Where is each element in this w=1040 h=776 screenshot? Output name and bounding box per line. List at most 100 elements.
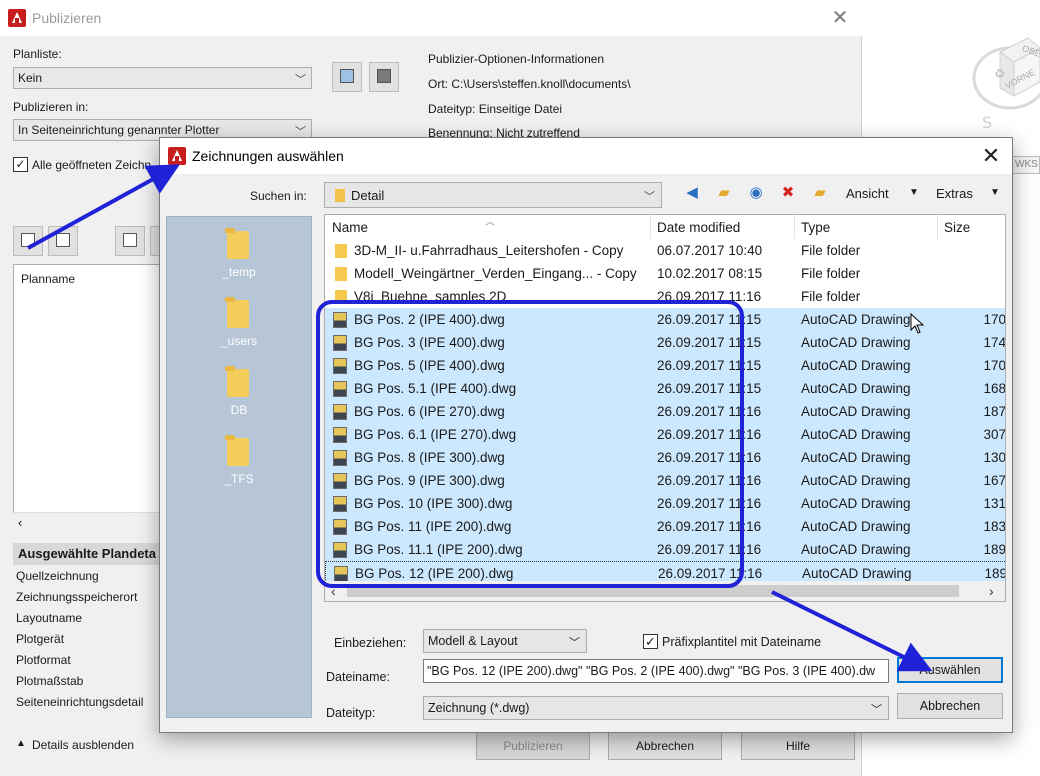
column-divider[interactable] bbox=[794, 215, 795, 239]
file-row[interactable]: BG Pos. 6 (IPE 270).dwg 26.09.2017 11:16 A… bbox=[325, 400, 1005, 423]
file-date: 26.09.2017 11:16 bbox=[657, 427, 762, 442]
chevron-down-icon[interactable]: ▼ bbox=[990, 187, 1000, 198]
place-tfs[interactable]: _TFS bbox=[167, 430, 311, 496]
planliste-select[interactable]: Kein ﹀ bbox=[13, 67, 312, 89]
dwg-file-icon bbox=[333, 519, 347, 535]
dateityp-select[interactable]: Zeichnung (*.dwg) ﹀ bbox=[423, 696, 889, 720]
scroll-left-icon[interactable]: ‹ bbox=[18, 515, 22, 530]
details-toggle[interactable]: Details ausblenden bbox=[32, 738, 134, 752]
file-row[interactable]: BG Pos. 2 (IPE 400).dwg 26.09.2017 11:15 A… bbox=[325, 308, 1005, 331]
scrollbar-thumb[interactable] bbox=[347, 585, 959, 597]
file-type: AutoCAD Drawing bbox=[801, 542, 911, 557]
file-list[interactable]: ︿ Name Date modified Type Size 3D-M_II- … bbox=[324, 214, 1006, 602]
file-row[interactable]: BG Pos. 11.1 (IPE 200).dwg 26.09.2017 11:… bbox=[325, 538, 1006, 561]
chevron-down-icon: ﹀ bbox=[295, 74, 306, 86]
file-row[interactable]: Modell_Weingärtner_Verden_Eingang... - C… bbox=[325, 262, 1005, 285]
file-row[interactable]: BG Pos. 10 (IPE 300).dwg 26.09.2017 11:16… bbox=[325, 492, 1005, 515]
publish-info-box: Publizier-Optionen-Informationen Ort: C:… bbox=[420, 52, 848, 140]
plan-list[interactable]: Planname bbox=[13, 264, 163, 532]
file-date: 26.09.2017 11:16 bbox=[658, 566, 763, 581]
scroll-left-icon[interactable]: ‹ bbox=[331, 583, 336, 599]
viewcube[interactable]: ♻ S OBE VORNE bbox=[970, 30, 1040, 140]
file-name: Modell_Weingärtner_Verden_Eingang... - C… bbox=[354, 266, 637, 281]
suchen-in-label: Suchen in: bbox=[250, 189, 307, 203]
search-web-icon[interactable]: ◉ bbox=[745, 182, 767, 204]
file-row[interactable]: BG Pos. 5.1 (IPE 400).dwg 26.09.2017 11:1… bbox=[325, 377, 1005, 400]
zeichnungen-auswaehlen-dialog: Zeichnungen auswählen ✕ Suchen in: Detai… bbox=[159, 137, 1013, 733]
file-row[interactable]: BG Pos. 9 (IPE 300).dwg 26.09.2017 11:16 A… bbox=[325, 469, 1005, 492]
place-temp[interactable]: _temp bbox=[167, 223, 311, 289]
column-header-name[interactable]: Name bbox=[332, 220, 368, 235]
planliste-value: Kein bbox=[18, 71, 43, 85]
file-type: AutoCAD Drawing bbox=[801, 427, 911, 442]
info-dateityp: Dateityp: Einseitige Datei bbox=[428, 102, 563, 116]
remove-sheets-button[interactable] bbox=[48, 226, 78, 256]
file-row[interactable]: BG Pos. 11 (IPE 200).dwg 26.09.2017 11:16… bbox=[325, 515, 1005, 538]
einbeziehen-label: Einbeziehen: bbox=[334, 636, 407, 650]
praefix-checkbox[interactable]: ✓ bbox=[643, 634, 658, 649]
file-name: BG Pos. 2 (IPE 400).dwg bbox=[354, 312, 505, 327]
load-list-button[interactable] bbox=[332, 62, 362, 92]
dateityp-label: Dateityp: bbox=[326, 706, 376, 720]
extras-menu[interactable]: Extras bbox=[936, 186, 973, 201]
folder-icon bbox=[335, 267, 347, 281]
place-label: _users bbox=[220, 334, 258, 348]
folder-icon bbox=[225, 435, 249, 466]
file-row[interactable]: BG Pos. 6.1 (IPE 270).dwg 26.09.2017 11:1… bbox=[325, 423, 1005, 446]
publizieren-help-button[interactable]: Hilfe bbox=[741, 732, 855, 760]
new-folder-icon[interactable]: ▰ bbox=[809, 182, 831, 204]
dateiname-input[interactable]: "BG Pos. 12 (IPE 200).dwg" "BG Pos. 2 (I… bbox=[423, 659, 889, 683]
place-db[interactable]: DB bbox=[167, 361, 311, 427]
scroll-right-icon[interactable]: › bbox=[989, 583, 994, 599]
column-divider[interactable] bbox=[937, 215, 938, 239]
dialog-cancel-button[interactable]: Abbrechen bbox=[897, 693, 1003, 719]
suchen-in-select[interactable]: Detail ﹀ bbox=[324, 182, 662, 208]
place-users[interactable]: _users bbox=[167, 292, 311, 358]
einbeziehen-select[interactable]: Modell & Layout ﹀ bbox=[423, 629, 587, 653]
svg-text:♻: ♻ bbox=[994, 67, 1006, 82]
column-header-type[interactable]: Type bbox=[801, 220, 830, 235]
dwg-file-icon bbox=[333, 312, 347, 328]
move-up-button[interactable] bbox=[115, 226, 145, 256]
auswaehlen-button[interactable]: Auswählen bbox=[897, 657, 1003, 683]
publizieren-close-button[interactable]: ✕ bbox=[826, 6, 854, 30]
file-name: BG Pos. 5 (IPE 400).dwg bbox=[354, 358, 505, 373]
file-name: BG Pos. 8 (IPE 300).dwg bbox=[354, 450, 505, 465]
file-row[interactable]: BG Pos. 8 (IPE 300).dwg 26.09.2017 11:16 A… bbox=[325, 446, 1005, 469]
up-folder-icon[interactable]: ▰ bbox=[713, 182, 735, 204]
dialog-close-button[interactable]: ✕ bbox=[976, 142, 1006, 170]
add-sheet-icon bbox=[21, 233, 35, 247]
chevron-down-icon: ﹀ bbox=[871, 704, 882, 716]
suchen-in-value: Detail bbox=[351, 188, 385, 203]
file-row[interactable]: V8i_Buehne_samples 2D 26.09.2017 11:16 Fil… bbox=[325, 285, 1005, 308]
file-row[interactable]: BG Pos. 5 (IPE 400).dwg 26.09.2017 11:15 A… bbox=[325, 354, 1005, 377]
column-header-size[interactable]: Size bbox=[944, 220, 970, 235]
chevron-down-icon: ﹀ bbox=[569, 637, 580, 649]
ansicht-menu[interactable]: Ansicht bbox=[846, 186, 889, 201]
publizieren-titlebar: Publizieren ✕ bbox=[0, 0, 862, 36]
dateityp-value: Zeichnung (*.dwg) bbox=[428, 701, 530, 715]
column-header-date[interactable]: Date modified bbox=[657, 220, 740, 235]
wcs-menu[interactable]: WKS bbox=[1010, 156, 1040, 174]
file-list-scrollbar[interactable]: ‹ › bbox=[325, 581, 1005, 601]
file-size: 189 bbox=[983, 542, 1006, 557]
chevron-down-icon[interactable]: ▼ bbox=[909, 187, 919, 198]
save-list-button[interactable] bbox=[369, 62, 399, 92]
alle-checkbox[interactable]: ✓ bbox=[13, 157, 28, 172]
dwg-file-icon bbox=[333, 427, 347, 443]
publizieren-cancel-button[interactable]: Abbrechen bbox=[608, 732, 722, 760]
file-date: 26.09.2017 11:15 bbox=[657, 312, 762, 327]
column-divider[interactable] bbox=[650, 215, 651, 239]
plan-list-scrollbar[interactable]: ‹ bbox=[13, 512, 163, 532]
info-ort: Ort: C:\Users\steffen.knoll\documents\ bbox=[428, 77, 631, 91]
publizieren-button[interactable]: Publizieren bbox=[476, 732, 590, 760]
file-date: 26.09.2017 11:16 bbox=[657, 289, 762, 304]
file-type: AutoCAD Drawing bbox=[801, 473, 911, 488]
add-sheets-button[interactable] bbox=[13, 226, 43, 256]
triangle-up-icon: ▲ bbox=[16, 738, 26, 749]
file-row[interactable]: BG Pos. 3 (IPE 400).dwg 26.09.2017 11:15 A… bbox=[325, 331, 1005, 354]
file-row[interactable]: 3D-M_II- u.Fahrradhaus_Leitershofen - Co… bbox=[325, 239, 1005, 262]
delete-icon[interactable]: ✖ bbox=[777, 182, 799, 204]
back-arrow-icon[interactable]: ◀ bbox=[681, 182, 703, 204]
file-date: 26.09.2017 11:15 bbox=[657, 358, 762, 373]
